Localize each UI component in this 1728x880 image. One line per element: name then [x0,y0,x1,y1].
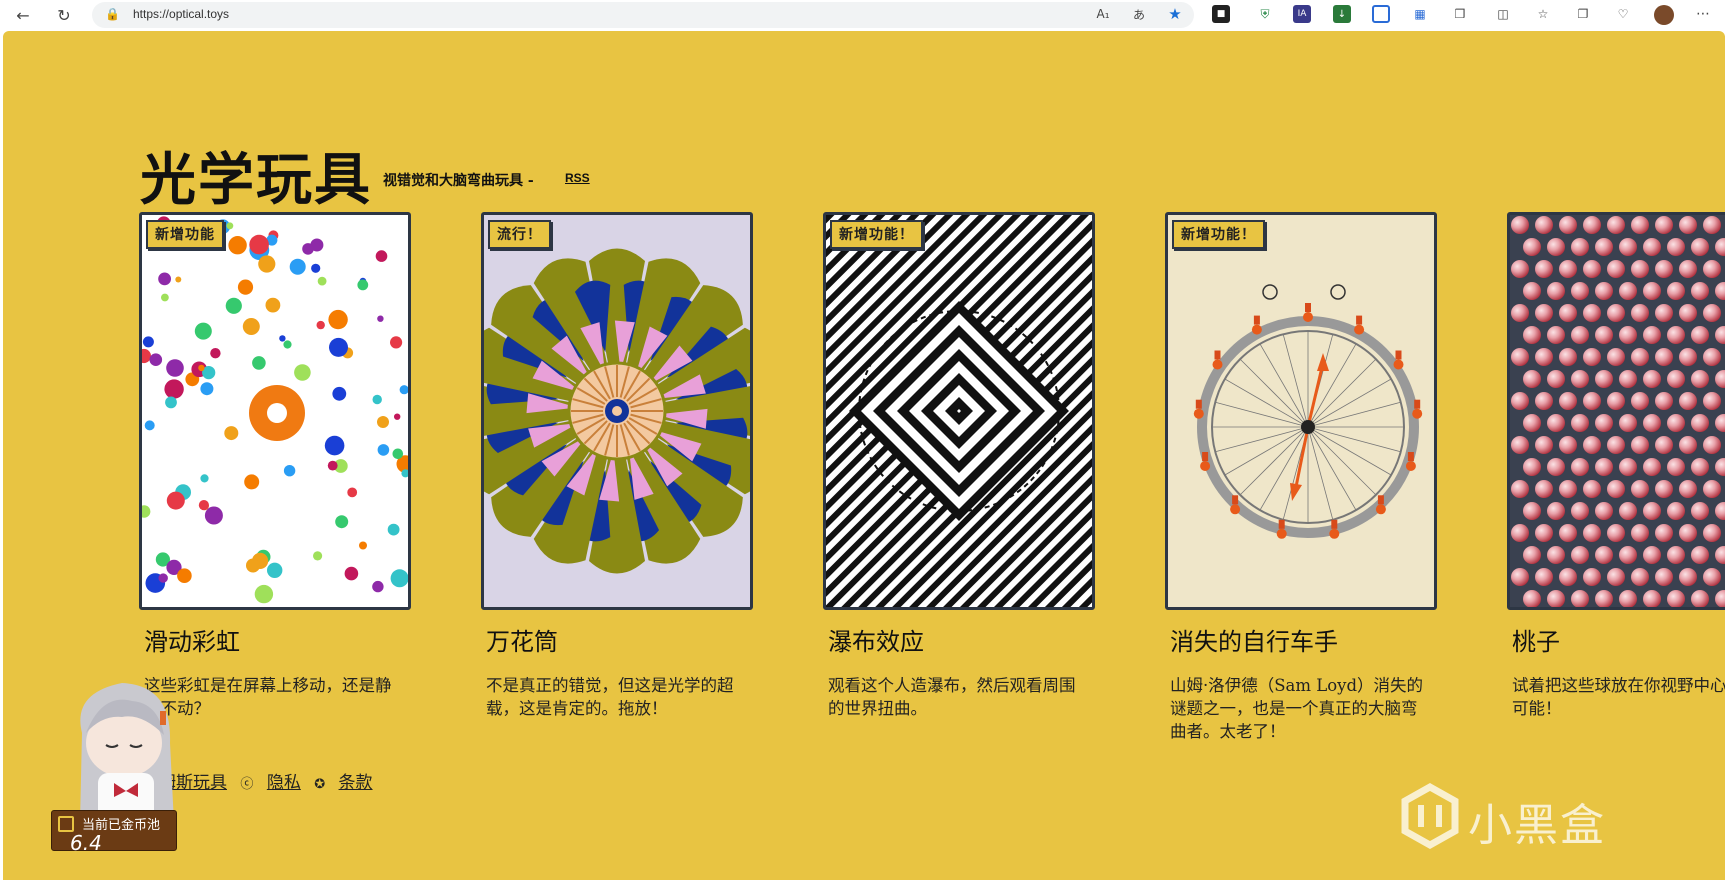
card-badge: 新增功能！ [1172,220,1265,249]
square-extension-icon[interactable] [1372,5,1390,23]
toy-thumbnail[interactable]: 新增功能 [139,212,411,610]
url-text: https://optical.toys [133,7,230,21]
cyclist-wheel-image [1168,215,1434,607]
lock-icon: 🔒 [105,7,120,21]
toy-thumbnail[interactable]: 新增功能！ [823,212,1095,610]
toy-card[interactable]: 新增功能！ 消失的自行车手 山姆·洛伊德（Sam Loyd）消失的谜题之一，也是… [1165,212,1437,741]
card-title[interactable]: 万花筒 [486,622,558,657]
health-icon[interactable]: ♡ [1614,5,1632,23]
favorites-icon[interactable]: ☆ [1534,5,1552,23]
rss-link[interactable]: RSS [565,171,590,185]
ia-extension-icon[interactable]: IA [1293,5,1311,23]
card-description: 不是真正的错觉，但这是光学的超载，这是肯定的。拖放！ [486,676,734,718]
toy-thumbnail[interactable] [1507,212,1725,610]
collections-icon[interactable]: ❐ [1574,5,1592,23]
browser-toolbar: ← ↻ 🔒 https://optical.toys A₁ あ ★ ■ ⛨ IA… [0,0,1728,28]
split-screen-icon[interactable]: ◫ [1494,5,1512,23]
watermark-logo-icon [1401,783,1459,849]
card-badge: 新增功能！ [830,220,923,249]
coin-pool-widget[interactable]: 当前已金币池 6.4 [51,810,177,855]
download-extension-icon[interactable]: ↓ [1333,5,1351,23]
peach-spheres-image [1510,215,1725,607]
more-menu-icon[interactable]: ⋯ [1694,5,1712,23]
rainbow-dots-image [142,215,408,607]
coin-pool-value: 6.4 [70,831,102,855]
card-badge: 流行！ [488,220,551,249]
apps-icon[interactable]: ▦ [1411,5,1429,23]
privacy-link[interactable]: 隐私 [267,773,301,793]
address-bar[interactable]: 🔒 https://optical.toys [92,2,1194,28]
read-aloud-icon[interactable]: A₁ [1094,5,1112,23]
star-badge-icon: ✪ [314,777,326,792]
page-viewport: 光学玩具 视错觉和大脑弯曲玩具 - RSS 新增功能 滑动彩虹 这些彩虹是在屏幕… [3,31,1725,880]
copyright-icon: ⓒ [240,777,254,792]
coin-icon [58,816,74,832]
toy-thumbnail[interactable]: 新增功能！ [1165,212,1437,610]
toy-thumbnail[interactable]: 流行！ [481,212,753,610]
card-title[interactable]: 消失的自行车手 [1170,622,1338,657]
reload-icon[interactable]: ↻ [53,4,75,26]
card-description: 试着把这些球放在你视野中心，不可能！ [1512,676,1725,718]
avatar[interactable] [1654,5,1674,25]
terms-link[interactable]: 条款 [339,773,373,793]
card-description: 观看这个人造瀑布，然后观看周围的世界扭曲。 [828,676,1076,718]
translate-icon[interactable]: あ [1130,5,1148,23]
extension-icon[interactable]: ■ [1212,5,1230,23]
toy-card[interactable]: 桃子 试着把这些球放在你视野中心，不可能！ [1507,212,1725,718]
waterfall-image [826,215,1092,607]
card-badge: 新增功能 [146,220,224,249]
shield-extension-icon[interactable]: ⛨ [1256,5,1274,23]
toy-card[interactable]: 流行！ 万花筒 不是真正的错觉，但这是光学的超载，这是肯定的。拖放！ [481,212,753,718]
toy-card[interactable]: 新增功能！ 瀑布效应 观看这个人造瀑布，然后观看周围的世界扭曲。 [823,212,1095,718]
toy-card[interactable]: 新增功能 滑动彩虹 这些彩虹是在屏幕上移动，还是静止不动？ [139,212,411,718]
watermark-text: 小黑盒 [1468,800,1606,851]
back-icon[interactable]: ← [12,4,34,26]
page-title: 光学玩具 [140,147,372,213]
extensions-puzzle-icon[interactable]: ❒ [1451,5,1469,23]
card-title[interactable]: 桃子 [1512,622,1560,657]
card-description: 山姆·洛伊德（Sam Loyd）消失的谜题之一，也是一个真正的大脑弯曲者。太老了… [1170,676,1424,741]
card-title[interactable]: 瀑布效应 [828,622,924,657]
card-title[interactable]: 滑动彩虹 [144,622,240,657]
kaleidoscope-image [484,215,750,607]
favorite-star-icon[interactable]: ★ [1166,5,1184,23]
page-subtitle: 视错觉和大脑弯曲玩具 - [383,173,534,189]
